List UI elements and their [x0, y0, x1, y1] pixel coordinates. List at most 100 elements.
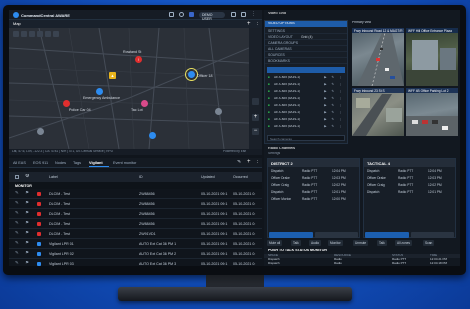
col-occurred[interactable]: Occurred: [233, 175, 248, 179]
col-id[interactable]: ID: [139, 175, 143, 179]
camera-actions-icon[interactable]: ▶ ✎ ⋮: [324, 96, 344, 100]
notifications-icon[interactable]: [189, 12, 194, 17]
channel-card-1[interactable]: DISTRICT 2 Dispatch Radio PTT 12:04 PM Offi…: [267, 158, 360, 238]
user-menu[interactable]: DEMO USER: [199, 12, 225, 21]
table-row[interactable]: ✎ ⚑ DLCIM - Test ZW88456 05-10-2021 09:1 05-1…: [9, 199, 262, 209]
filter-icon[interactable]: [37, 31, 43, 37]
zoom-out-icon[interactable]: −: [252, 128, 259, 135]
col-updated[interactable]: Updated: [201, 175, 215, 179]
settings-icon[interactable]: [179, 12, 184, 17]
table-row[interactable]: ✎ ⚑ Vigilant LPR 01 AUTO Ext Cat 36 PM 1 05-…: [9, 239, 262, 249]
row-pin-icon[interactable]: ✎: [15, 231, 19, 236]
menu-bookmarks[interactable]: BOOKMARKS: [265, 58, 347, 64]
action-talk-2[interactable]: Talk: [377, 240, 387, 246]
video-feed-1[interactable]: Frwy Inbound Road 12 & MAGT/R 17: [352, 28, 404, 86]
channel-card-2[interactable]: TACTICAL 4 Dispatch Radio PTT 12:04 PM Offi…: [363, 158, 456, 238]
table-row[interactable]: ✎ ⚑ DLCIM - Test ZW88456 05-10-2021 09:1 05-1…: [9, 219, 262, 229]
camera-list-item[interactable]: ■ AF A-603 (0A1S-1) ▶ ✎ ⋮: [267, 75, 345, 80]
camera-actions-icon[interactable]: ▶ ✎ ⋮: [324, 110, 344, 114]
zoom-icon[interactable]: [53, 31, 59, 37]
row-pin-icon[interactable]: ✎: [15, 221, 19, 226]
row-info-icon[interactable]: ⚑: [25, 261, 29, 266]
row-info-icon[interactable]: ⚑: [25, 221, 29, 226]
row-pin-icon[interactable]: ✎: [15, 201, 19, 206]
unit-marker-icon-2[interactable]: [149, 132, 156, 139]
measure-icon[interactable]: [21, 31, 27, 37]
row-pin-icon[interactable]: ✎: [15, 191, 19, 196]
table-row[interactable]: ✎ ⚑ DLCIM - Test ZW88456 05-10-2021 09:1 05-1…: [9, 209, 262, 219]
camera-marker-icon[interactable]: [141, 100, 148, 107]
select-icon[interactable]: [45, 31, 51, 37]
sort-icon[interactable]: ⚙: [25, 174, 29, 179]
action-audio[interactable]: Audio: [309, 240, 322, 246]
action-all-zones[interactable]: All zones: [395, 240, 412, 246]
sensor-marker-icon-2[interactable]: [215, 108, 222, 115]
expand-icon[interactable]: [241, 12, 246, 17]
camera-actions-icon[interactable]: ▶ ✎ ⋮: [324, 124, 344, 128]
row-pin-icon[interactable]: ✎: [15, 261, 19, 266]
camera-list-item[interactable]: ■ AF A-603 (0A1S-1) ▶ ✎ ⋮: [267, 117, 345, 122]
action-monitor[interactable]: Monitor: [328, 240, 343, 246]
camera-actions-icon[interactable]: ▶ ✎ ⋮: [324, 103, 344, 107]
channel-2-volume-button[interactable]: [411, 232, 454, 238]
action-mute-all[interactable]: Mute all: [267, 240, 283, 246]
warning-marker-icon[interactable]: ▲: [109, 72, 116, 79]
table-row[interactable]: ✎ ⚑ DLCIM - Test ZW88456 05-10-2021 09:1 05-1…: [9, 189, 262, 199]
unit-marker-icon[interactable]: [188, 71, 195, 78]
video-feed-3[interactable]: Frwy Inbound 23 St S: [352, 88, 404, 136]
camera-actions-icon[interactable]: ▶ ✎ ⋮: [324, 82, 344, 86]
draw-icon[interactable]: [29, 31, 35, 37]
radio-settings[interactable]: Settings: [268, 152, 280, 155]
map-view[interactable]: ! ▲ Emergency Ambulance Police Car 04 Ta…: [9, 28, 249, 149]
map-add-icon[interactable]: +: [247, 21, 251, 27]
row-pin-icon[interactable]: ✎: [15, 241, 19, 246]
zoom-in-icon[interactable]: +: [252, 114, 259, 121]
alerts-icon[interactable]: [169, 12, 174, 17]
tab-event-monitor[interactable]: Event monitor: [113, 161, 136, 165]
row-info-icon[interactable]: ⚑: [25, 191, 29, 196]
tab-all-eas[interactable]: All EAS: [13, 161, 26, 165]
action-scan[interactable]: Scan: [423, 240, 435, 246]
camera-list-item[interactable]: ■ AF A-603 (0A1S-1) ▶ ✎ ⋮: [267, 89, 345, 94]
camera-list-item[interactable]: ■ AF A-603 (0A1S-1) ▶ ✎ ⋮: [267, 82, 345, 87]
table-row[interactable]: ✎ ⚑ Vigilant LPR 02 AUTO Ext Cat 36 PM 2 05-…: [9, 249, 262, 259]
layers-icon[interactable]: [13, 31, 19, 37]
camera-list-item[interactable]: ■ AF A-603 (0A1S-1) ▶ ✎ ⋮: [267, 110, 345, 115]
tab-tags[interactable]: Tags: [73, 161, 81, 165]
camera-search-input[interactable]: Search cameras: [267, 135, 345, 141]
grid-icon[interactable]: [231, 12, 236, 17]
select-all-checkbox[interactable]: [15, 175, 19, 179]
tab-nodes[interactable]: Nodes: [55, 161, 66, 165]
action-talk[interactable]: Talk: [291, 240, 301, 246]
video-feed-2[interactable]: WFF Hill Office Entrance Plaza: [406, 28, 458, 86]
table-row[interactable]: ✎ ⚑ DLCIM - Test ZW91VD1 05-10-2021 09:1 05-1…: [9, 229, 262, 239]
tab-eos-911[interactable]: EOS 911: [33, 161, 48, 165]
home-icon[interactable]: [252, 98, 259, 105]
tabs-menu-icon[interactable]: ⋮: [255, 159, 260, 164]
police-marker-icon[interactable]: [63, 100, 70, 107]
row-pin-icon[interactable]: ✎: [15, 251, 19, 256]
incident-marker-icon[interactable]: !: [135, 56, 142, 63]
ambulance-marker-icon[interactable]: [96, 88, 103, 95]
video-feed-4[interactable]: WFF 4B Office Parking Lot 2: [406, 88, 458, 136]
map-menu-icon[interactable]: ⋮: [255, 21, 260, 26]
tabs-add-icon[interactable]: +: [247, 159, 251, 165]
table-row[interactable]: ✎ ⚑ Vigilant LPR 03 AUTO Ext Cat 36 PM 3 05-…: [9, 259, 262, 266]
sensor-marker-icon[interactable]: [37, 128, 44, 135]
camera-actions-icon[interactable]: ▶ ✎ ⋮: [324, 89, 344, 93]
row-info-icon[interactable]: ⚑: [25, 241, 29, 246]
row-info-icon[interactable]: ⚑: [25, 201, 29, 206]
tab-vigilant[interactable]: Vigilant: [89, 161, 103, 165]
channel-1-volume-button[interactable]: [315, 232, 358, 238]
camera-list-item[interactable]: ■ AF A-603 (0A1S-1) ▶ ✎ ⋮: [267, 103, 345, 108]
camera-list-item[interactable]: ■ AF A-603 (0A1S-1) ▶ ✎ ⋮: [267, 96, 345, 101]
camera-actions-icon[interactable]: ▶ ✎ ⋮: [324, 117, 344, 121]
camera-actions-icon[interactable]: ▶ ✎ ⋮: [324, 75, 344, 79]
edit-icon[interactable]: ✎: [237, 160, 241, 165]
row-info-icon[interactable]: ⚑: [25, 231, 29, 236]
channel-1-ptt-button[interactable]: [269, 232, 313, 238]
row-info-icon[interactable]: ⚑: [25, 251, 29, 256]
col-label[interactable]: Label: [49, 175, 58, 179]
camera-list-item[interactable]: ■ AF A-603 (0A1S-1) ▶ ✎ ⋮: [267, 124, 345, 129]
action-unmute[interactable]: Unmute: [353, 240, 369, 246]
